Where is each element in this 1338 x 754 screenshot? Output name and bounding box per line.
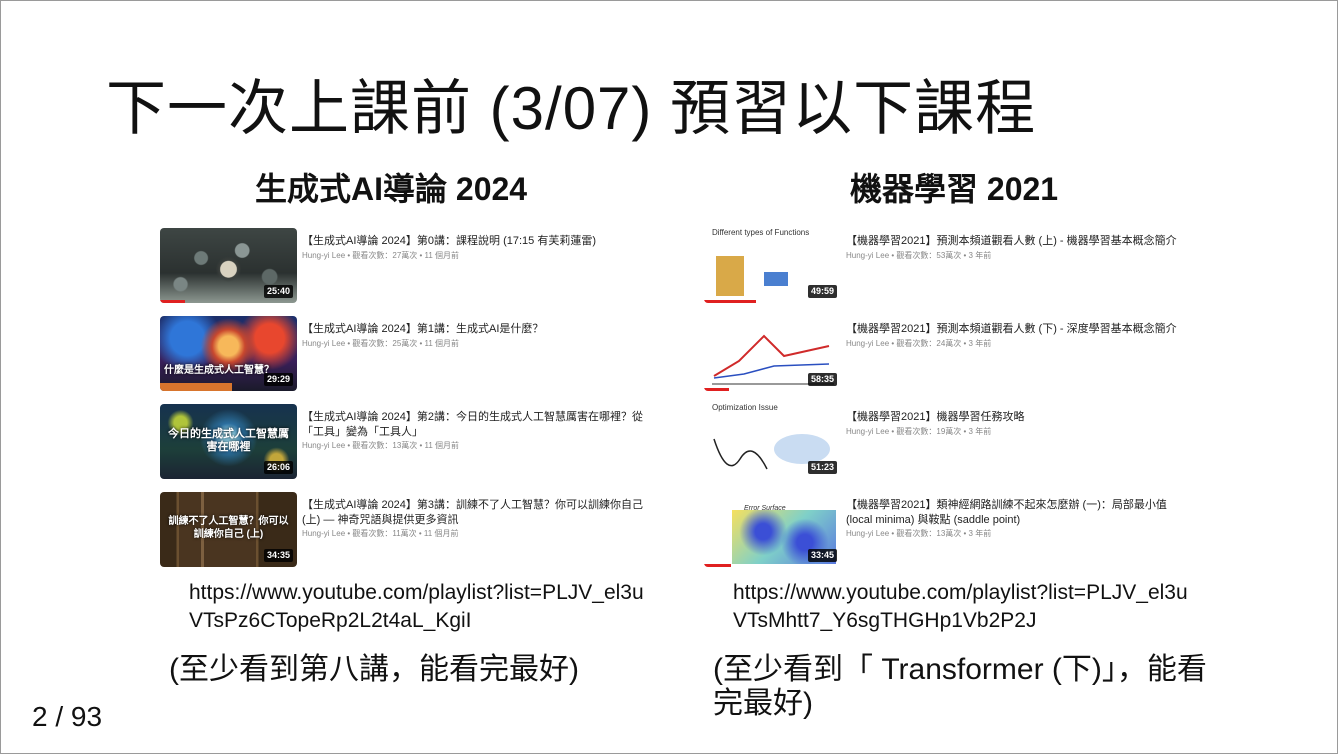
left-note: (至少看到第八講，能看完最好) bbox=[169, 653, 579, 686]
video-meta: Hung-yi Lee • 觀看次數：27萬次 • 11 個月前 bbox=[302, 251, 460, 260]
video-thumbnail[interactable]: Error Surface 33:45 bbox=[704, 492, 841, 567]
video-thumbnail[interactable]: 58:35 bbox=[704, 316, 841, 391]
thumbnail-caption: Different types of Functions bbox=[712, 228, 810, 237]
video-meta: Hung-yi Lee • 觀看次數：24萬次 • 3 年前 bbox=[846, 339, 992, 348]
right-video-1[interactable]: 58:35 【機器學習2021】預測本頻道觀看人數 (下) - 深度學習基本概念… bbox=[704, 316, 1184, 396]
left-video-1[interactable]: 什麼是生成式人工智慧？ 29:29 【生成式AI導論 2024】第1講：生成式A… bbox=[160, 316, 640, 396]
video-duration: 49:59 bbox=[807, 285, 837, 298]
right-video-0[interactable]: Different types of Functions 49:59 【機器學習… bbox=[704, 228, 1184, 308]
video-duration: 25:40 bbox=[263, 285, 293, 298]
video-duration: 51:23 bbox=[807, 461, 837, 474]
thumbnail-caption: 今日的生成式人工智慧厲害在哪裡 bbox=[168, 428, 289, 453]
video-title[interactable]: 【機器學習2021】預測本頻道觀看人數 (下) - 深度學習基本概念簡介 bbox=[846, 322, 1191, 337]
video-thumbnail[interactable]: Optimization Issue 51:23 bbox=[704, 404, 841, 479]
left-video-2[interactable]: 今日的生成式人工智慧厲害在哪裡 26:06 【生成式AI導論 2024】第2講：… bbox=[160, 404, 643, 484]
video-duration: 29:29 bbox=[263, 373, 293, 386]
video-meta: Hung-yi Lee • 觀看次數：25萬次 • 11 個月前 bbox=[302, 339, 460, 348]
video-duration: 33:45 bbox=[807, 549, 837, 562]
video-title[interactable]: 【生成式AI導論 2024】第0講：課程說明 (17:15 有芙莉蓮雷) bbox=[302, 234, 647, 249]
video-duration: 34:35 bbox=[263, 549, 293, 562]
thumbnail-caption: Error Surface bbox=[744, 505, 786, 512]
video-title[interactable]: 【機器學習2021】預測本頻道觀看人數 (上) - 機器學習基本概念簡介 bbox=[846, 234, 1191, 249]
video-title[interactable]: 【生成式AI導論 2024】第3講：訓練不了人工智慧？你可以訓練你自己 (上) … bbox=[302, 498, 647, 528]
video-title[interactable]: 【機器學習2021】機器學習任務攻略 bbox=[846, 410, 1191, 425]
watch-progress-bar bbox=[704, 564, 732, 567]
right-video-2[interactable]: Optimization Issue 51:23 【機器學習2021】機器學習任… bbox=[704, 404, 1184, 484]
ellipse-graphic bbox=[774, 434, 830, 464]
video-title[interactable]: 【機器學習2021】類神經網路訓練不起來怎麼辦 (一)：局部最小值 (local… bbox=[846, 498, 1191, 528]
video-meta: Hung-yi Lee • 觀看次數：19萬次 • 3 年前 bbox=[846, 427, 992, 436]
video-duration: 26:06 bbox=[263, 461, 293, 474]
video-meta: Hung-yi Lee • 觀看次數：53萬次 • 3 年前 bbox=[846, 251, 992, 260]
go-board-graphic bbox=[716, 256, 744, 296]
slide-title: 下一次上課前 (3/07) 預習以下課程 bbox=[106, 75, 1037, 142]
video-thumbnail[interactable]: 今日的生成式人工智慧厲害在哪裡 26:06 bbox=[160, 404, 297, 479]
watch-progress-bar bbox=[704, 300, 757, 303]
loss-curve-graphic bbox=[713, 438, 768, 470]
right-course-heading: 機器學習 2021 bbox=[850, 171, 1059, 207]
right-playlist-link[interactable]: https://www.youtube.com/playlist?list=PL… bbox=[733, 579, 1193, 635]
video-thumbnail[interactable]: 什麼是生成式人工智慧？ 29:29 bbox=[160, 316, 297, 391]
left-course-heading: 生成式AI導論 2024 bbox=[255, 171, 528, 207]
video-meta: Hung-yi Lee • 觀看次數：11萬次 • 11 個月前 bbox=[302, 529, 459, 538]
video-thumbnail[interactable]: 訓練不了人工智慧？你可以訓練你自己 (上) 34:35 bbox=[160, 492, 297, 567]
slide: 下一次上課前 (3/07) 預習以下課程 生成式AI導論 2024 25:40 … bbox=[0, 0, 1338, 754]
left-video-0[interactable]: 25:40 【生成式AI導論 2024】第0講：課程說明 (17:15 有芙莉蓮… bbox=[160, 228, 640, 308]
left-video-3[interactable]: 訓練不了人工智慧？你可以訓練你自己 (上) 34:35 【生成式AI導論 202… bbox=[160, 492, 643, 572]
right-video-3[interactable]: Error Surface 33:45 【機器學習2021】類神經網路訓練不起來… bbox=[704, 492, 1184, 572]
video-thumbnail[interactable]: Different types of Functions 49:59 bbox=[704, 228, 841, 303]
video-duration: 58:35 bbox=[807, 373, 837, 386]
right-note: (至少看到「 Transformer (下)」，能看完最好) bbox=[713, 653, 1207, 720]
function-box-graphic bbox=[764, 272, 788, 286]
watch-progress-bar bbox=[704, 388, 729, 391]
watch-progress-bar bbox=[160, 300, 185, 303]
video-thumbnail[interactable]: 25:40 bbox=[160, 228, 297, 303]
video-title[interactable]: 【生成式AI導論 2024】第1講：生成式AI是什麼？ bbox=[302, 322, 647, 337]
thumbnail-caption: Optimization Issue bbox=[712, 404, 778, 412]
thumbnail-banner bbox=[160, 383, 232, 391]
left-playlist-link[interactable]: https://www.youtube.com/playlist?list=PL… bbox=[189, 579, 649, 635]
video-title[interactable]: 【生成式AI導論 2024】第2講：今日的生成式人工智慧厲害在哪裡？從「工具」變… bbox=[302, 410, 647, 440]
video-meta: Hung-yi Lee • 觀看次數：13萬次 • 3 年前 bbox=[846, 529, 992, 538]
video-meta: Hung-yi Lee • 觀看次數：13萬次 • 11 個月前 bbox=[302, 441, 460, 450]
page-number: 2 / 93 bbox=[32, 701, 103, 732]
thumbnail-caption: 訓練不了人工智慧？你可以訓練你自己 (上) bbox=[168, 516, 289, 540]
